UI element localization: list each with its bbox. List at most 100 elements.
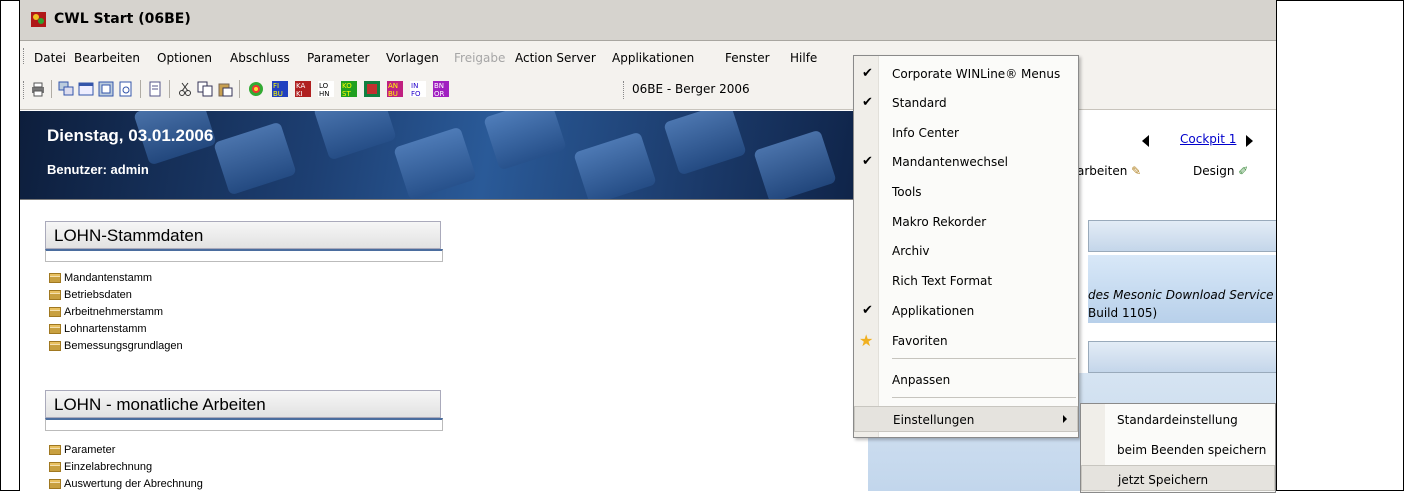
menu-item-label: Tools: [892, 185, 922, 199]
toolbar-grip[interactable]: [623, 81, 626, 99]
menu-item-tools[interactable]: Tools: [854, 179, 1078, 205]
menu-item-label: Mandantenwechsel: [892, 155, 1008, 169]
window-arrange-icon[interactable]: [98, 81, 114, 97]
toolbar: FI BU KA KI LO HN KO ST AN BU IN FO BN OR 06BE …: [20, 71, 1276, 110]
list-item[interactable]: Bemessungsgrundlagen: [49, 340, 183, 352]
check-icon: ✔: [862, 95, 873, 110]
cut-icon[interactable]: [177, 81, 193, 97]
section-title: LOHN - monatliche Arbeiten: [54, 395, 266, 414]
toolbar-context-menu: ✔ Corporate WINLine® Menus ✔ Standard Info…: [853, 55, 1079, 438]
list-item[interactable]: Mandantenstamm: [49, 272, 152, 284]
menubar-grip[interactable]: [23, 48, 26, 64]
module-anbu-icon[interactable]: ANBU: [387, 81, 403, 97]
menu-bar: Datei Bearbeiten Optionen Abschluss Para…: [20, 41, 1276, 71]
banner-divider: [20, 199, 868, 200]
menu-item-label: jetzt Speichern: [1118, 473, 1209, 487]
svg-text:LO: LO: [319, 82, 329, 90]
paste-icon[interactable]: [217, 81, 233, 97]
svg-text:IN: IN: [411, 82, 418, 90]
list-item-label: Auswertung der Abrechnung: [64, 478, 203, 490]
list-item[interactable]: Auswertung der Abrechnung: [49, 478, 203, 490]
module-bnor-icon[interactable]: BNOR: [433, 81, 449, 97]
right-panel-header-2: [1088, 341, 1276, 373]
previous-cockpit-arrow-icon[interactable]: [1142, 135, 1149, 147]
menu-item-jetzt-speichern[interactable]: jetzt Speichern: [1081, 465, 1275, 491]
list-item-label: Einzelabrechnung: [64, 461, 153, 473]
list-item-label: Betriebsdaten: [64, 289, 132, 301]
menu-item-standard[interactable]: ✔ Standard: [854, 90, 1078, 116]
toolbar-separator: [140, 80, 141, 98]
print-icon[interactable]: [30, 81, 46, 97]
menu-item-beim-beenden-speichern[interactable]: beim Beenden speichern: [1081, 436, 1275, 462]
menu-separator: [892, 358, 1076, 359]
preview-icon[interactable]: [118, 81, 134, 97]
menu-item-favoriten[interactable]: ★ Favoriten: [854, 328, 1078, 354]
design-link[interactable]: Design ✐: [1193, 164, 1248, 178]
keyboard-key-graphic: [573, 131, 657, 199]
menu-item-mandantenwechsel[interactable]: ✔ Mandantenwechsel: [854, 149, 1078, 175]
menu-item-info-center[interactable]: Info Center: [854, 120, 1078, 146]
module-kost-icon[interactable]: KOST: [341, 81, 357, 97]
list-item[interactable]: Parameter: [49, 444, 115, 456]
keyboard-key-graphic: [483, 111, 567, 171]
list-item-label: Arbeitnehmerstamm: [64, 306, 164, 318]
menu-hilfe[interactable]: Hilfe: [790, 51, 817, 65]
info-line-2: Build 1105): [1088, 306, 1158, 320]
menu-separator: [892, 397, 1076, 398]
section-title: LOHN-Stammdaten: [54, 226, 204, 245]
menu-parameter[interactable]: Parameter: [307, 51, 369, 65]
list-item-label: Parameter: [64, 444, 116, 456]
table-icon: [49, 273, 61, 284]
menu-bearbeiten[interactable]: Bearbeiten: [74, 51, 140, 65]
menu-abschluss[interactable]: Abschluss: [230, 51, 290, 65]
module-info-icon[interactable]: INFO: [410, 81, 426, 97]
window-tile-icon[interactable]: [78, 81, 94, 97]
menu-item-archiv[interactable]: Archiv: [854, 238, 1078, 264]
cockpit-link[interactable]: Cockpit 1: [1180, 132, 1236, 146]
module-lohn-icon[interactable]: LOHN: [318, 81, 334, 97]
svg-text:HN: HN: [319, 90, 330, 97]
module-fibu-icon[interactable]: FIBU: [272, 81, 288, 97]
menu-item-label: beim Beenden speichern: [1117, 443, 1267, 457]
menu-item-anpassen[interactable]: Anpassen: [854, 367, 1078, 393]
list-item[interactable]: Betriebsdaten: [49, 289, 132, 301]
toolbar-grip[interactable]: [23, 81, 26, 99]
list-item[interactable]: Arbeitnehmerstamm: [49, 306, 163, 318]
module-bi-icon[interactable]: [364, 81, 380, 97]
menu-item-applikationen[interactable]: ✔ Applikationen: [854, 298, 1078, 324]
menu-item-label: Corporate WINLine® Menus: [892, 67, 1061, 81]
menu-item-einstellungen[interactable]: Einstellungen: [854, 406, 1078, 432]
table-icon: [49, 307, 61, 318]
section-header-monatliche-arbeiten[interactable]: LOHN - monatliche Arbeiten: [45, 390, 441, 418]
mandant-selector[interactable]: 06BE - Berger 2006: [632, 82, 750, 96]
notes-icon[interactable]: [147, 81, 163, 97]
module-kaki-icon[interactable]: KAKI: [295, 81, 311, 97]
menu-optionen[interactable]: Optionen: [157, 51, 212, 65]
menu-item-corporate-winline-menus[interactable]: ✔ Corporate WINLine® Menus: [854, 61, 1078, 87]
toolbar-separator: [239, 80, 240, 98]
menu-applikationen[interactable]: Applikationen: [612, 51, 694, 65]
menu-item-label: Favoriten: [892, 334, 948, 348]
window-cascade-icon[interactable]: [58, 81, 74, 97]
svg-text:KI: KI: [296, 90, 303, 97]
menu-item-makro-rekorder[interactable]: Makro Rekorder: [854, 209, 1078, 235]
list-item[interactable]: Lohnartenstamm: [49, 323, 147, 335]
menu-fenster[interactable]: Fenster: [725, 51, 770, 65]
arbeiten-link[interactable]: arbeiten ✎: [1077, 164, 1141, 178]
next-cockpit-arrow-icon[interactable]: [1246, 135, 1253, 147]
menu-vorlagen[interactable]: Vorlagen: [386, 51, 439, 65]
menu-item-label: Einstellungen: [893, 413, 975, 427]
menu-datei[interactable]: Datei: [34, 51, 66, 65]
table-icon: [49, 341, 61, 352]
list-item-label: Bemessungsgrundlagen: [64, 340, 183, 352]
winline-logo-icon[interactable]: [248, 81, 264, 97]
menu-item-standardeinstellung[interactable]: Standardeinstellung: [1081, 406, 1275, 432]
list-item[interactable]: Einzelabrechnung: [49, 461, 152, 473]
copy-icon[interactable]: [197, 81, 213, 97]
menu-item-label: Standardeinstellung: [1117, 413, 1238, 427]
app-icon: [31, 12, 46, 27]
toolbar-separator: [51, 80, 52, 98]
menu-item-rich-text-format[interactable]: Rich Text Format: [854, 268, 1078, 294]
section-header-stammdaten[interactable]: LOHN-Stammdaten: [45, 221, 441, 249]
menu-action-server[interactable]: Action Server: [515, 51, 596, 65]
